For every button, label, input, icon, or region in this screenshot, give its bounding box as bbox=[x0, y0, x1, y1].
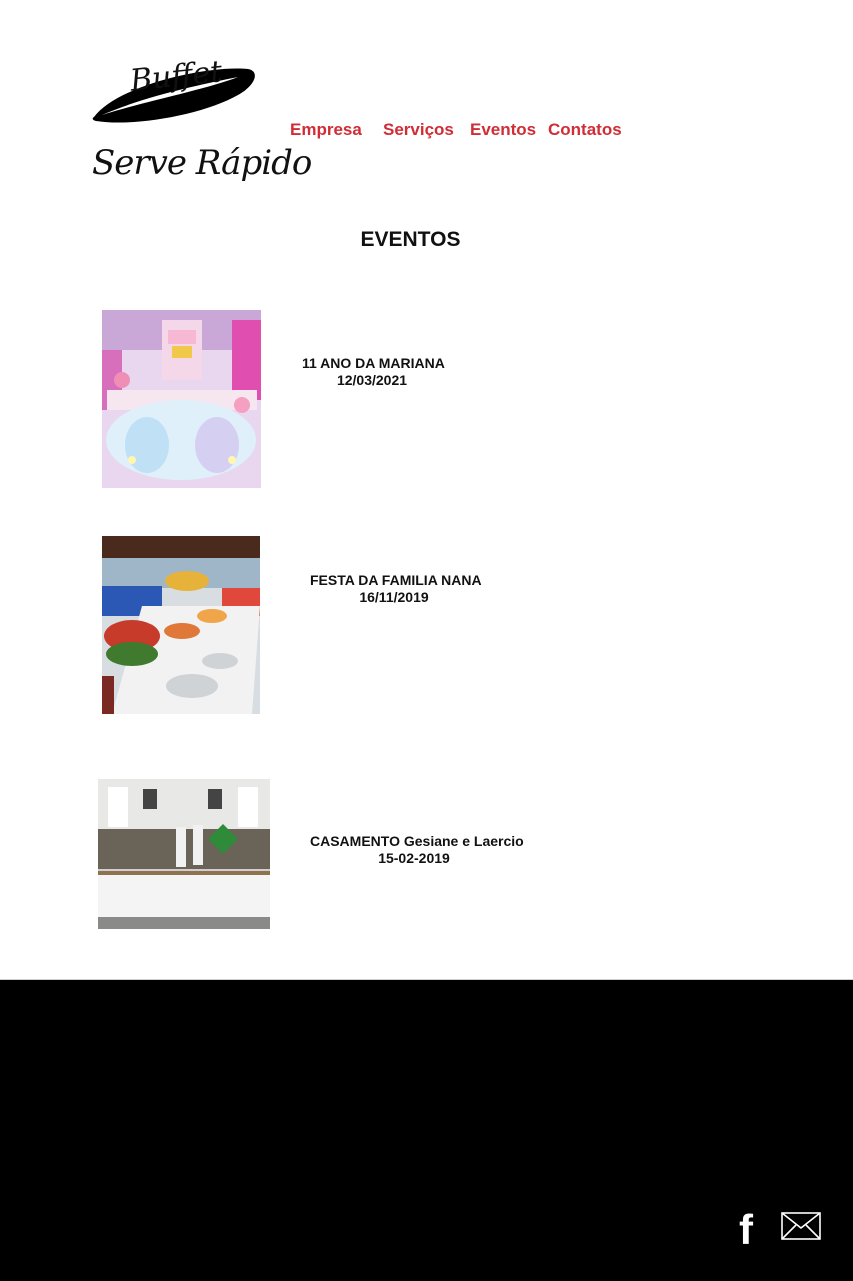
footer: f bbox=[0, 979, 853, 1281]
logo-text-serve-rapido: Serve Rápido bbox=[92, 143, 312, 183]
event-photo-3[interactable] bbox=[98, 779, 270, 929]
facebook-icon[interactable]: f bbox=[733, 1209, 759, 1251]
event-date-2: 16/11/2019 bbox=[359, 589, 429, 605]
mail-icon[interactable] bbox=[781, 1212, 821, 1242]
brand-logo[interactable]: Buffet Serve Rápido bbox=[88, 54, 312, 195]
event-name-1: 11 ANO DA MARIANA bbox=[302, 355, 445, 371]
event-name-2: FESTA DA FAMILIA NANA bbox=[310, 572, 482, 588]
event-name-3: CASAMENTO Gesiane e Laercio bbox=[310, 833, 524, 849]
nav-link-empresa[interactable]: Empresa bbox=[290, 120, 362, 140]
nav-link-contatos[interactable]: Contatos bbox=[548, 120, 622, 140]
event-date-1: 12/03/2021 bbox=[336, 372, 408, 388]
event-date-3: 15-02-2019 bbox=[378, 850, 450, 866]
event-info-3: CASAMENTO Gesiane e Laercio 15-02-2019 bbox=[310, 833, 524, 867]
nav-link-servicos[interactable]: Serviços bbox=[383, 120, 454, 140]
nav-link-eventos[interactable]: Eventos bbox=[470, 120, 536, 140]
page-title: EVENTOS bbox=[360, 228, 461, 251]
event-photo-1[interactable] bbox=[102, 310, 261, 488]
event-info-1: 11 ANO DA MARIANA 12/03/2021 bbox=[302, 355, 445, 389]
event-photo-2[interactable] bbox=[102, 536, 260, 714]
event-info-2: FESTA DA FAMILIA NANA 16/11/2019 bbox=[310, 572, 482, 606]
